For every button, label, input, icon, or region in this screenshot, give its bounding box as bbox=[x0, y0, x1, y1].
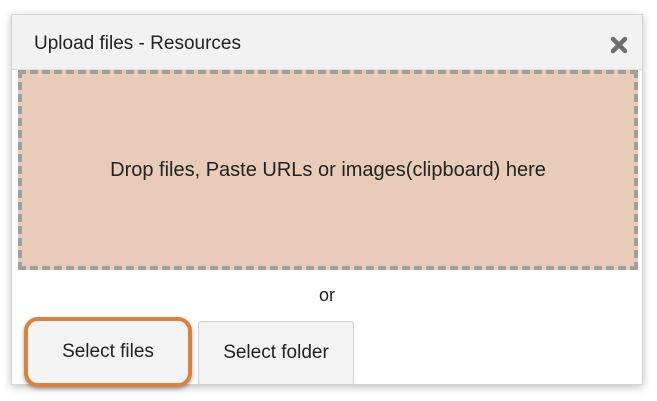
or-separator: or bbox=[318, 285, 335, 305]
select-files-button[interactable]: Select files bbox=[24, 317, 192, 387]
upload-dialog: Upload files - Resources Drop files, Pas… bbox=[11, 14, 643, 387]
drop-zone[interactable]: Drop files, Paste URLs or images(clipboa… bbox=[18, 70, 638, 270]
dialog-title: Upload files - Resources bbox=[34, 33, 241, 54]
drop-zone-text: Drop files, Paste URLs or images(clipboa… bbox=[110, 158, 546, 181]
select-folder-button[interactable]: Select folder bbox=[198, 321, 354, 385]
dialog-titlebar: Upload files - Resources bbox=[12, 15, 642, 70]
close-icon[interactable] bbox=[608, 34, 630, 56]
